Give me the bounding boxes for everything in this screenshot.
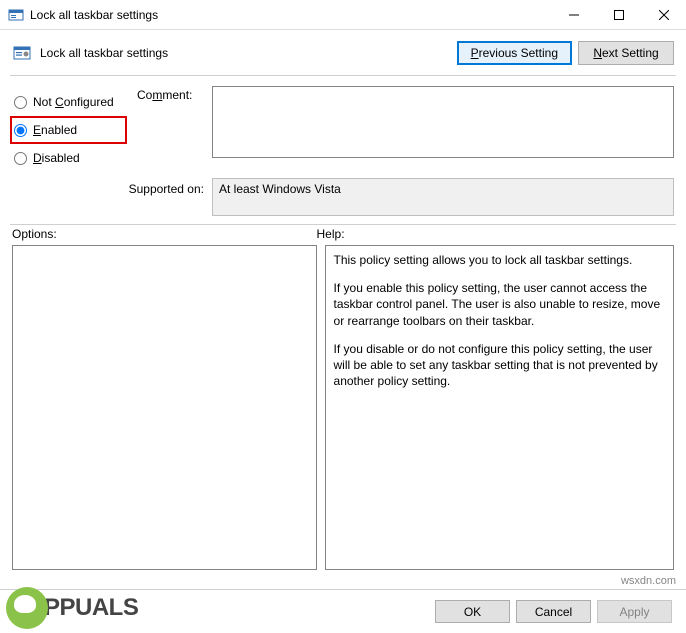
help-paragraph-3: If you disable or do not configure this … xyxy=(334,341,665,390)
radio-disabled-label: Disabled xyxy=(33,151,80,165)
policy-icon xyxy=(12,43,32,63)
previous-setting-button[interactable]: Previous Setting xyxy=(457,41,572,65)
watermark-credit: wsxdn.com xyxy=(621,575,676,587)
window-controls xyxy=(551,0,686,29)
radio-enabled[interactable]: Enabled xyxy=(10,116,127,144)
radio-disabled[interactable]: Disabled xyxy=(12,144,127,172)
panels: This policy setting allows you to lock a… xyxy=(0,245,686,570)
comment-textarea[interactable] xyxy=(212,86,674,158)
cancel-button[interactable]: Cancel xyxy=(516,600,591,623)
supported-block: Supported on: At least Windows Vista xyxy=(12,178,674,216)
comment-label: Comment: xyxy=(137,86,212,102)
watermark-text: PPUALS xyxy=(44,594,138,622)
config-area: Not Configured Enabled Disabled Comment:… xyxy=(0,76,686,224)
radio-not-configured[interactable]: Not Configured xyxy=(12,88,127,116)
radio-enabled-input[interactable] xyxy=(14,124,27,137)
toolbar: Lock all taskbar settings Previous Setti… xyxy=(0,30,686,75)
help-label: Help: xyxy=(317,227,674,241)
titlebar: Lock all taskbar settings xyxy=(0,0,686,30)
help-paragraph-1: This policy setting allows you to lock a… xyxy=(334,252,665,268)
close-button[interactable] xyxy=(641,0,686,30)
options-label: Options: xyxy=(12,227,317,241)
radio-disabled-input[interactable] xyxy=(14,152,27,165)
radio-enabled-label: Enabled xyxy=(33,123,77,137)
options-panel[interactable] xyxy=(12,245,317,570)
radio-not-configured-label: Not Configured xyxy=(33,95,114,109)
watermark-logo-text: PPUALS xyxy=(6,587,138,629)
state-radio-group: Not Configured Enabled Disabled xyxy=(12,86,127,172)
apply-button[interactable]: Apply xyxy=(597,600,672,623)
window-title: Lock all taskbar settings xyxy=(30,8,551,22)
supported-value: At least Windows Vista xyxy=(212,178,674,216)
help-panel[interactable]: This policy setting allows you to lock a… xyxy=(325,245,674,570)
policy-title: Lock all taskbar settings xyxy=(40,46,451,60)
maximize-button[interactable] xyxy=(596,0,641,30)
radio-not-configured-input[interactable] xyxy=(14,96,27,109)
minimize-button[interactable] xyxy=(551,0,596,30)
help-paragraph-2: If you enable this policy setting, the u… xyxy=(334,280,665,329)
supported-label: Supported on: xyxy=(12,178,212,196)
next-setting-button[interactable]: Next Setting xyxy=(578,41,674,65)
comment-block: Comment: xyxy=(137,86,674,158)
panels-header: Options: Help: xyxy=(0,225,686,245)
watermark-logo-icon xyxy=(6,587,48,629)
window-icon xyxy=(8,7,24,23)
ok-button[interactable]: OK xyxy=(435,600,510,623)
